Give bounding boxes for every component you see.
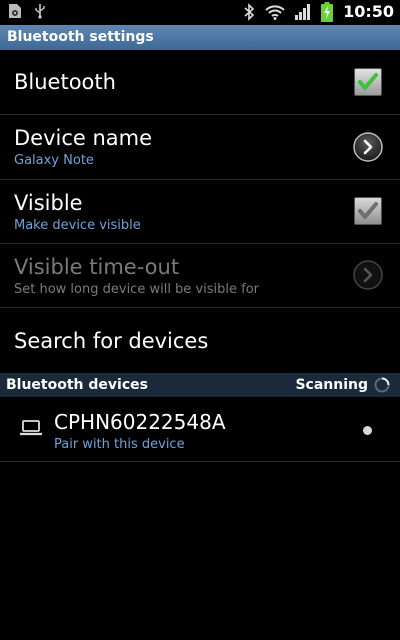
status-bar: 10:50 <box>0 0 400 25</box>
setting-subtitle: Set how long device will be visible for <box>14 282 260 297</box>
section-title: Bluetooth devices <box>6 377 148 393</box>
signal-icon <box>295 4 311 20</box>
page-title: Bluetooth settings <box>0 25 400 50</box>
usb-icon <box>34 3 46 19</box>
check-icon <box>358 73 378 90</box>
device-list-item[interactable]: CPHN60222548A Pair with this device <box>0 398 400 462</box>
storage-icon <box>8 3 22 19</box>
visible-checkbox[interactable] <box>354 197 382 225</box>
scanning-status: Scanning <box>295 377 368 393</box>
chevron-right-icon[interactable] <box>353 132 383 162</box>
device-subtitle: Pair with this device <box>54 437 185 452</box>
setting-title: Device name <box>14 126 153 150</box>
setting-title: Visible time-out <box>14 255 180 279</box>
setting-title: Search for devices <box>14 329 209 353</box>
battery-charging-icon <box>321 2 334 22</box>
status-time: 10:50 <box>343 2 394 21</box>
spinner-icon <box>374 377 390 393</box>
setting-title: Bluetooth <box>14 70 116 94</box>
bluetooth-devices-header: Bluetooth devices Scanning <box>0 373 400 397</box>
setting-visible[interactable]: Visible Make device visible <box>0 180 400 244</box>
setting-subtitle: Make device visible <box>14 218 141 233</box>
bluetooth-icon <box>243 3 255 21</box>
device-name: CPHN60222548A <box>54 410 226 434</box>
setting-subtitle: Galaxy Note <box>14 153 94 168</box>
screen: 10:50 Bluetooth settings Bluetooth Devic… <box>0 0 400 640</box>
setting-device-name[interactable]: Device name Galaxy Note <box>0 115 400 180</box>
laptop-icon <box>20 420 42 436</box>
setting-visible-timeout: Visible time-out Set how long device wil… <box>0 244 400 308</box>
bluetooth-checkbox[interactable] <box>354 68 382 96</box>
check-icon <box>358 202 378 219</box>
search-for-devices-button[interactable]: Search for devices <box>0 308 400 373</box>
chevron-right-icon <box>353 260 383 290</box>
setting-title: Visible <box>14 191 83 215</box>
status-dot-icon <box>363 426 372 435</box>
setting-bluetooth[interactable]: Bluetooth <box>0 50 400 115</box>
wifi-icon <box>265 4 285 20</box>
